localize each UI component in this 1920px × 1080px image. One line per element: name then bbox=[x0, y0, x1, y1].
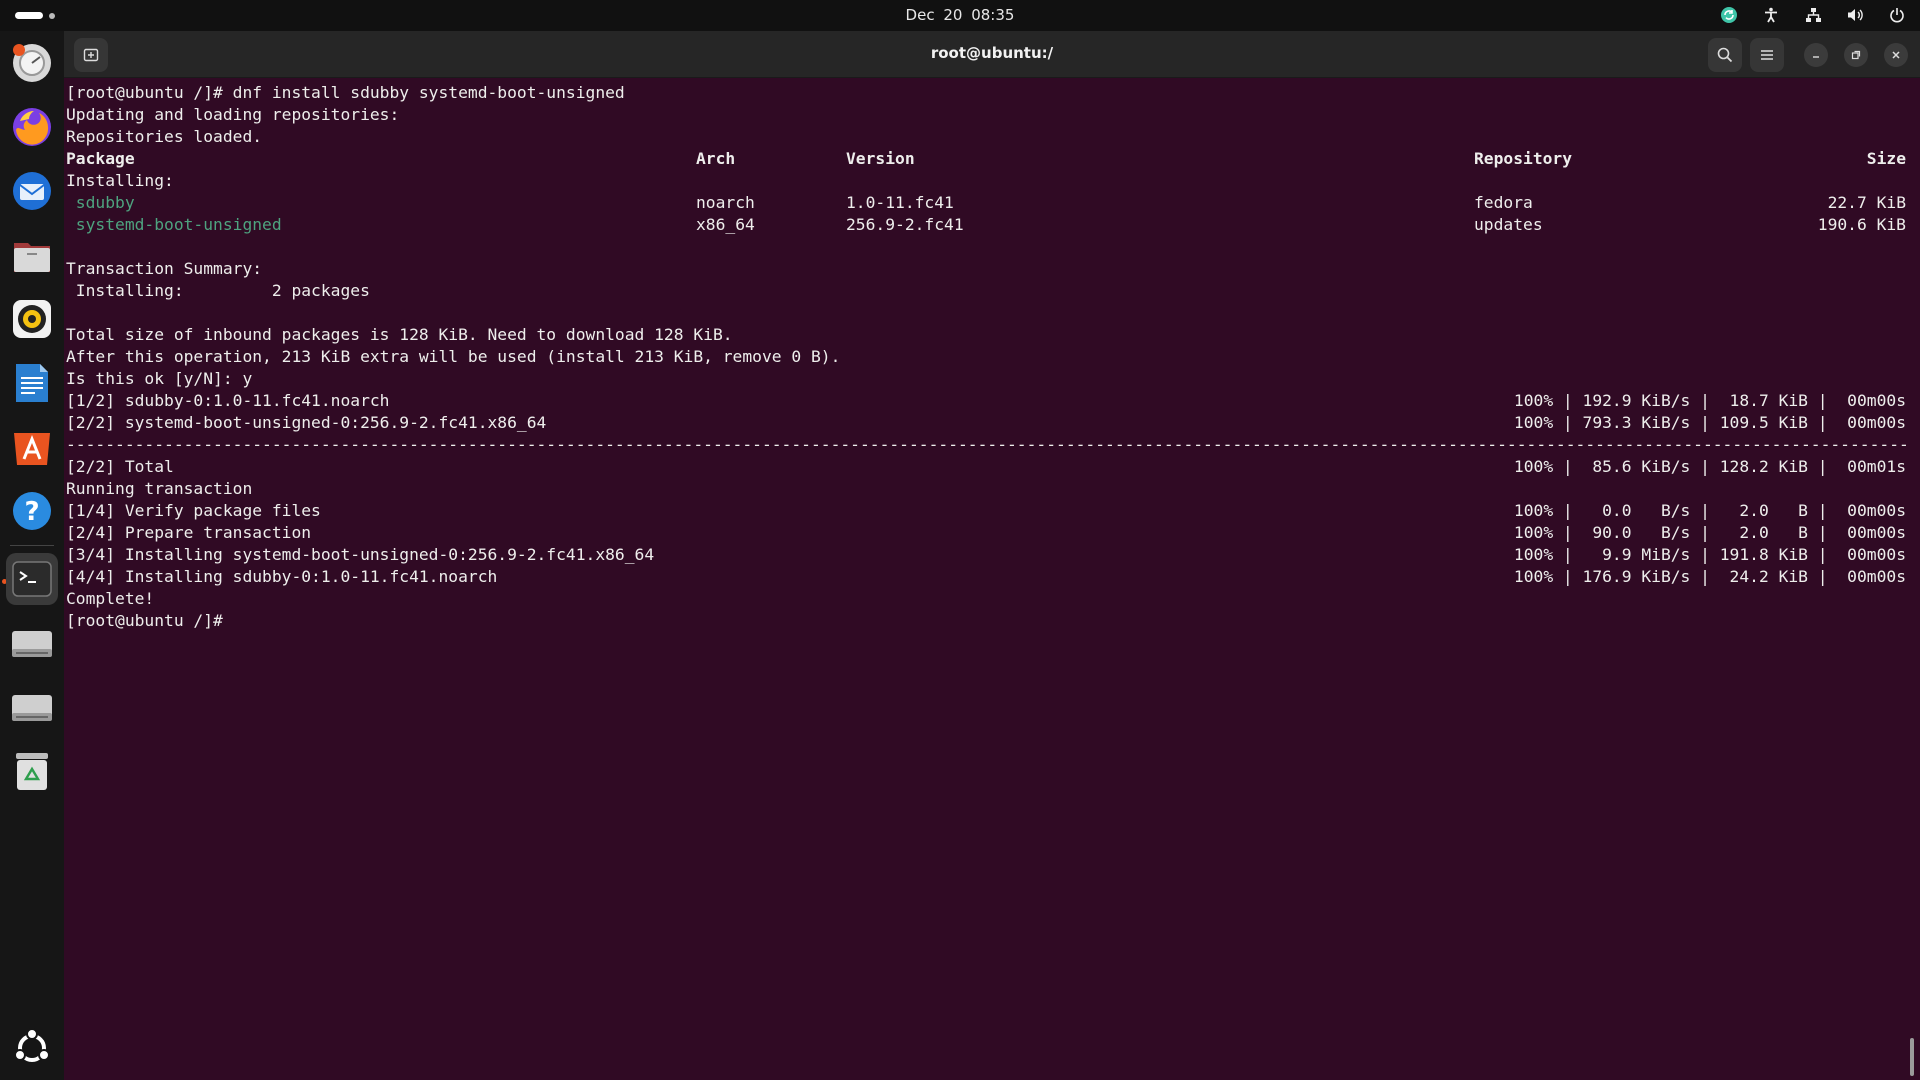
progress-label: [1/4] Verify package files bbox=[66, 501, 321, 520]
terminal-output[interactable]: [root@ubuntu /]# dnf install sdubby syst… bbox=[66, 82, 1906, 632]
progress-label: [2/2] Total bbox=[66, 457, 174, 476]
column-header-size: Size bbox=[1866, 149, 1906, 168]
show-apps-icon[interactable] bbox=[6, 1022, 58, 1074]
accessibility-icon[interactable] bbox=[1760, 4, 1782, 26]
svg-text:?: ? bbox=[24, 497, 39, 527]
progress-stats: 100% | 192.9 KiB/s | 18.7 KiB | 00m00s bbox=[1513, 391, 1906, 410]
system-tray[interactable] bbox=[1718, 4, 1908, 26]
dock-separator bbox=[10, 545, 54, 546]
column-header-arch: Arch bbox=[696, 149, 736, 168]
output-line: Total size of inbound packages is 128 Ki… bbox=[66, 325, 733, 344]
progress-stats: 100% | 9.9 MiB/s | 191.8 KiB | 00m00s bbox=[1513, 545, 1906, 564]
window-title: root@ubuntu:/ bbox=[930, 44, 1054, 62]
progress-label: [2/4] Prepare transaction bbox=[66, 523, 312, 542]
table-row: systemd-boot-unsigned x86_64 256.9-2.fc41 u… bbox=[66, 214, 1906, 236]
table-header-row: Package Arch Version Repository Size bbox=[66, 148, 1906, 170]
minimize-button[interactable] bbox=[1804, 43, 1828, 67]
output-line: Running transaction bbox=[66, 479, 253, 498]
output-line: After this operation, 213 KiB extra will… bbox=[66, 347, 841, 366]
progress-label: [3/4] Installing systemd-boot-unsigned-0… bbox=[66, 545, 655, 564]
output-line: Repositories loaded. bbox=[66, 127, 263, 146]
update-icon[interactable] bbox=[1718, 4, 1740, 26]
progress-stats: 100% | 176.9 KiB/s | 24.2 KiB | 00m00s bbox=[1513, 567, 1906, 586]
search-button[interactable] bbox=[1708, 38, 1742, 72]
dock: ? bbox=[0, 31, 64, 1080]
restore-button[interactable] bbox=[1844, 43, 1868, 67]
menu-button[interactable] bbox=[1750, 38, 1784, 72]
clock[interactable]: Dec 20 08:35 bbox=[0, 6, 1920, 24]
terminal-header-bar: root@ubuntu:/ bbox=[64, 31, 1920, 78]
progress-stats: 100% | 0.0 B/s | 2.0 B | 00m00s bbox=[1513, 501, 1906, 520]
trash-icon[interactable] bbox=[6, 745, 58, 797]
help-icon[interactable]: ? bbox=[6, 485, 58, 537]
volume-icon[interactable] bbox=[1844, 4, 1866, 26]
progress-label: [2/2] systemd-boot-unsigned-0:256.9-2.fc… bbox=[66, 413, 547, 432]
progress-line: [1/4] Verify package files 100% | 0.0 B/s… bbox=[66, 500, 1906, 522]
cell-size: 190.6 KiB bbox=[1817, 215, 1906, 234]
minimize-icon bbox=[1813, 56, 1819, 58]
column-header-package: Package bbox=[66, 149, 135, 168]
files-icon[interactable] bbox=[6, 229, 58, 281]
progress-stats: 100% | 90.0 B/s | 2.0 B | 00m00s bbox=[1513, 523, 1906, 542]
search-icon bbox=[1717, 47, 1733, 63]
progress-stats: 100% | 793.3 KiB/s | 109.5 KiB | 00m00s bbox=[1513, 413, 1906, 432]
cell-arch: noarch bbox=[696, 193, 755, 212]
close-button[interactable] bbox=[1884, 43, 1908, 67]
ubuntu-help-icon[interactable] bbox=[6, 37, 58, 89]
top-bar: Dec 20 08:35 bbox=[0, 0, 1920, 31]
output-line: Updating and loading repositories: bbox=[66, 105, 400, 124]
progress-line: [1/2] sdubby-0:1.0-11.fc41.noarch 100% | … bbox=[66, 390, 1906, 412]
progress-line: [4/4] Installing sdubby-0:1.0-11.fc41.no… bbox=[66, 566, 1906, 588]
cell-version: 1.0-11.fc41 bbox=[846, 193, 954, 212]
cell-size: 22.7 KiB bbox=[1827, 193, 1906, 212]
close-icon bbox=[1892, 51, 1900, 59]
cell-arch: x86_64 bbox=[696, 215, 755, 234]
cell-repository: updates bbox=[1474, 215, 1543, 234]
column-header-repository: Repository bbox=[1474, 149, 1573, 168]
terminal-icon[interactable] bbox=[6, 553, 58, 605]
output-line: Installing: 2 packages bbox=[66, 281, 370, 300]
prompt-line: [root@ubuntu /]# dnf install sdubby syst… bbox=[66, 83, 625, 102]
prompt-line: [root@ubuntu /]# bbox=[66, 611, 233, 630]
progress-line: [2/2] Total 100% | 85.6 KiB/s | 128.2 KiB… bbox=[66, 456, 1906, 478]
firefox-icon[interactable] bbox=[6, 101, 58, 153]
rhythmbox-icon[interactable] bbox=[6, 293, 58, 345]
output-line: Is this ok [y/N]: y bbox=[66, 369, 253, 388]
output-line: Transaction Summary: bbox=[66, 259, 263, 278]
table-row: sdubby noarch 1.0-11.fc41 fedora 22.7 KiB bbox=[66, 192, 1906, 214]
drive-icon[interactable] bbox=[6, 681, 58, 733]
drive-icon[interactable] bbox=[6, 617, 58, 669]
app-center-icon[interactable] bbox=[6, 421, 58, 473]
progress-line: [2/4] Prepare transaction 100% | 90.0 B/s… bbox=[66, 522, 1906, 544]
divider-line: ----------------------------------------… bbox=[66, 435, 1906, 454]
progress-stats: 100% | 85.6 KiB/s | 128.2 KiB | 00m01s bbox=[1513, 457, 1906, 476]
power-icon[interactable] bbox=[1886, 4, 1908, 26]
cell-package: systemd-boot-unsigned bbox=[66, 215, 282, 234]
cell-repository: fedora bbox=[1474, 193, 1533, 212]
progress-line: [3/4] Installing systemd-boot-unsigned-0… bbox=[66, 544, 1906, 566]
scrollbar-thumb[interactable] bbox=[1910, 1038, 1914, 1076]
restore-icon bbox=[1851, 50, 1861, 60]
network-icon[interactable] bbox=[1802, 4, 1824, 26]
progress-label: [1/2] sdubby-0:1.0-11.fc41.noarch bbox=[66, 391, 390, 410]
thunderbird-icon[interactable] bbox=[6, 165, 58, 217]
output-line: Installing: bbox=[66, 171, 174, 190]
output-line: Complete! bbox=[66, 589, 155, 608]
libreoffice-writer-icon[interactable] bbox=[6, 357, 58, 409]
hamburger-menu-icon bbox=[1761, 50, 1773, 60]
column-header-version: Version bbox=[846, 149, 915, 168]
cell-package: sdubby bbox=[66, 193, 135, 212]
cell-version: 256.9-2.fc41 bbox=[846, 215, 964, 234]
progress-label: [4/4] Installing sdubby-0:1.0-11.fc41.no… bbox=[66, 567, 498, 586]
progress-line: [2/2] systemd-boot-unsigned-0:256.9-2.fc… bbox=[66, 412, 1906, 434]
